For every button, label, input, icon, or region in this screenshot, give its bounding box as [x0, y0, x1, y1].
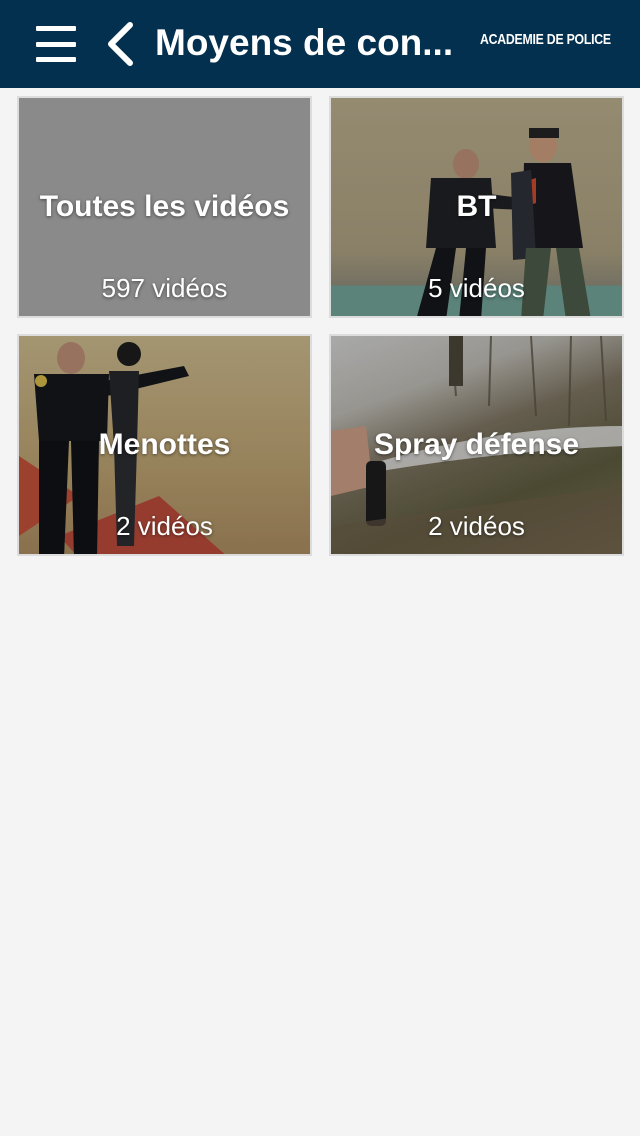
- academie-de-police-logo: ACADEMIE DE POLICE: [480, 31, 611, 48]
- tile-title: Toutes les vidéos: [39, 190, 290, 223]
- category-tile-menottes[interactable]: Menottes 2 vidéos: [17, 334, 312, 556]
- hamburger-menu-icon[interactable]: [36, 26, 76, 62]
- app-header: Moyens de con... ACADEMIE DE POLICE: [0, 0, 640, 88]
- category-tile-bt[interactable]: BT 5 vidéos: [329, 96, 624, 318]
- category-tile-all-videos[interactable]: Toutes les vidéos 597 vidéos: [17, 96, 312, 318]
- tile-video-count: 2 vidéos: [428, 511, 525, 541]
- chevron-left-icon[interactable]: [104, 22, 136, 66]
- tile-video-count: 2 vidéos: [116, 511, 213, 541]
- tile-title: BT: [456, 190, 497, 223]
- tile-title: Menottes: [98, 428, 231, 461]
- page-title: Moyens de con...: [155, 22, 454, 63]
- category-tile-spray-defense[interactable]: Spray défense 2 vidéos: [329, 334, 624, 556]
- tile-title: Spray défense: [373, 428, 580, 461]
- tile-video-count: 5 vidéos: [428, 273, 525, 303]
- tile-video-count: 597 vidéos: [101, 273, 228, 303]
